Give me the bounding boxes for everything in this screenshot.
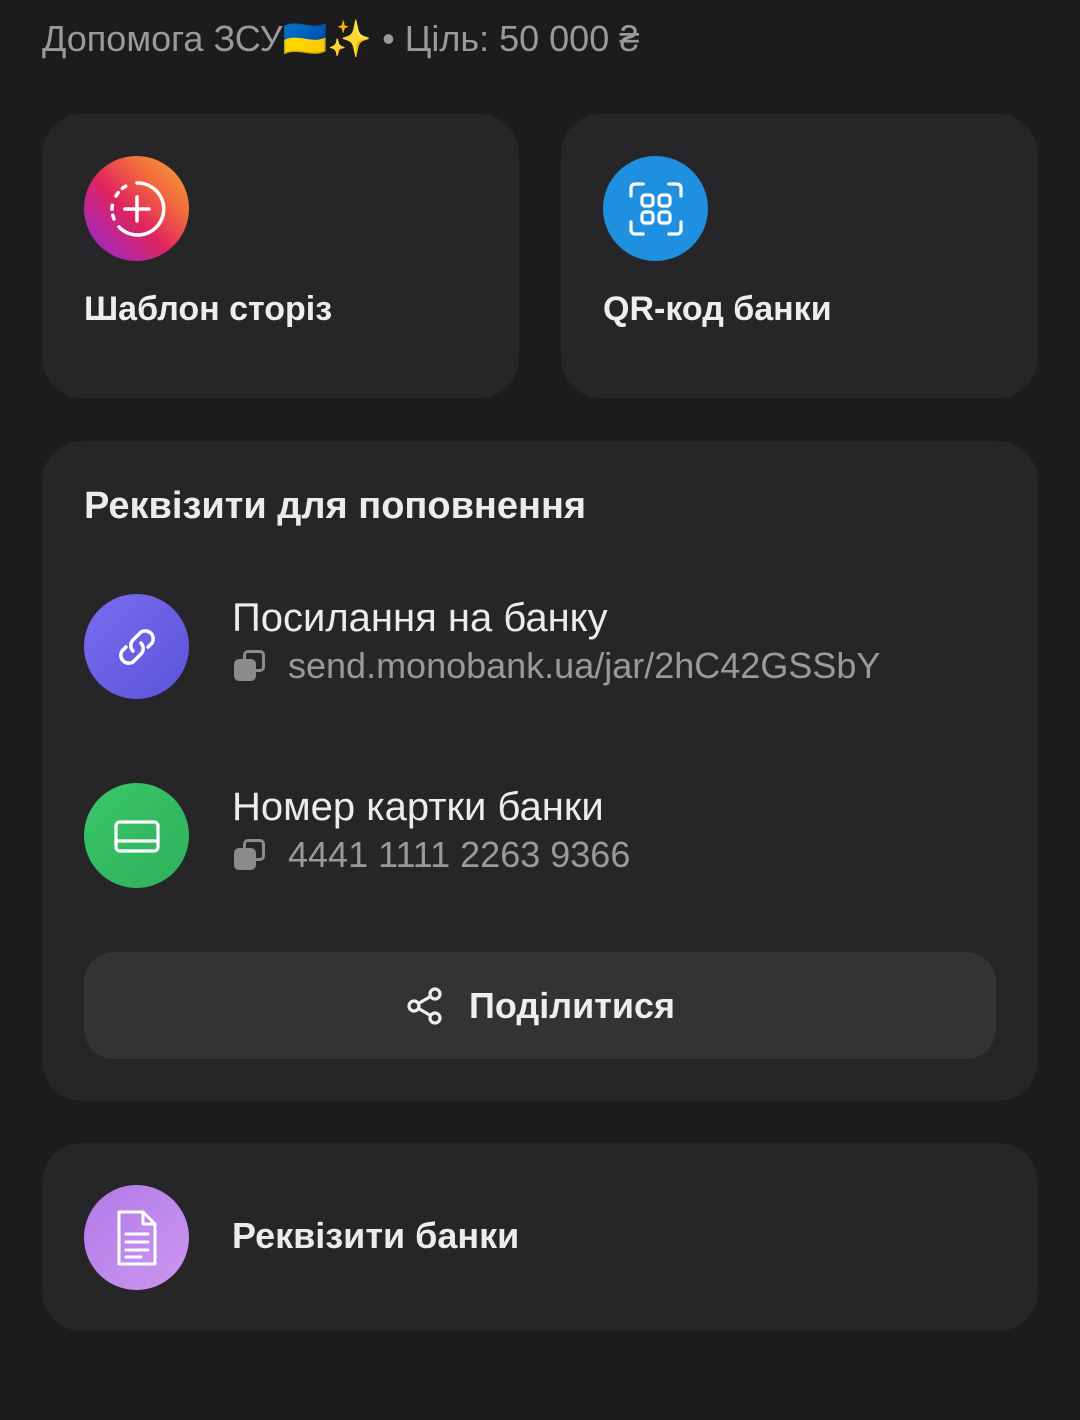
bank-details-card[interactable]: Реквізити банки	[42, 1143, 1038, 1331]
copy-icon[interactable]	[232, 837, 268, 873]
jar-subtitle: Допомога ЗСУ🇺🇦✨ • Ціль: 50 000 ₴	[42, 18, 640, 59]
jar-link-row[interactable]: Посилання на банку send.monobank.ua/jar/…	[84, 594, 996, 700]
story-plus-icon	[84, 156, 189, 261]
document-icon	[84, 1185, 189, 1290]
share-icon	[407, 986, 442, 1025]
bank-details-label: Реквізити банки	[232, 1215, 520, 1256]
qr-code-label: QR-код банки	[603, 290, 832, 328]
story-template-label: Шаблон сторіз	[84, 290, 333, 328]
link-icon	[84, 594, 189, 699]
requisites-title: Реквізити для поповнення	[84, 485, 587, 527]
requisites-card: Реквізити для поповнення Посилання на ба…	[42, 441, 1038, 1101]
jar-card-number: 4441 1111 2263 9366	[288, 834, 631, 875]
story-template-tile[interactable]: Шаблон сторіз	[42, 114, 519, 398]
jar-link-value[interactable]: send.monobank.ua/jar/2hC42GSSbY	[232, 645, 881, 686]
jar-card-title: Номер картки банки	[232, 785, 604, 829]
share-button[interactable]: Поділитися	[84, 952, 996, 1059]
jar-card-value[interactable]: 4441 1111 2263 9366	[232, 834, 631, 875]
jar-link-text: send.monobank.ua/jar/2hC42GSSbY	[288, 645, 881, 686]
qr-scan-icon	[603, 156, 708, 261]
copy-icon[interactable]	[232, 648, 268, 684]
share-label: Поділитися	[468, 984, 676, 1026]
jar-link-title: Посилання на банку	[232, 596, 608, 640]
qr-code-tile[interactable]: QR-код банки	[561, 114, 1038, 398]
credit-card-icon	[84, 783, 189, 888]
jar-card-row[interactable]: Номер картки банки 4441 1111 2263 9366	[84, 783, 996, 889]
